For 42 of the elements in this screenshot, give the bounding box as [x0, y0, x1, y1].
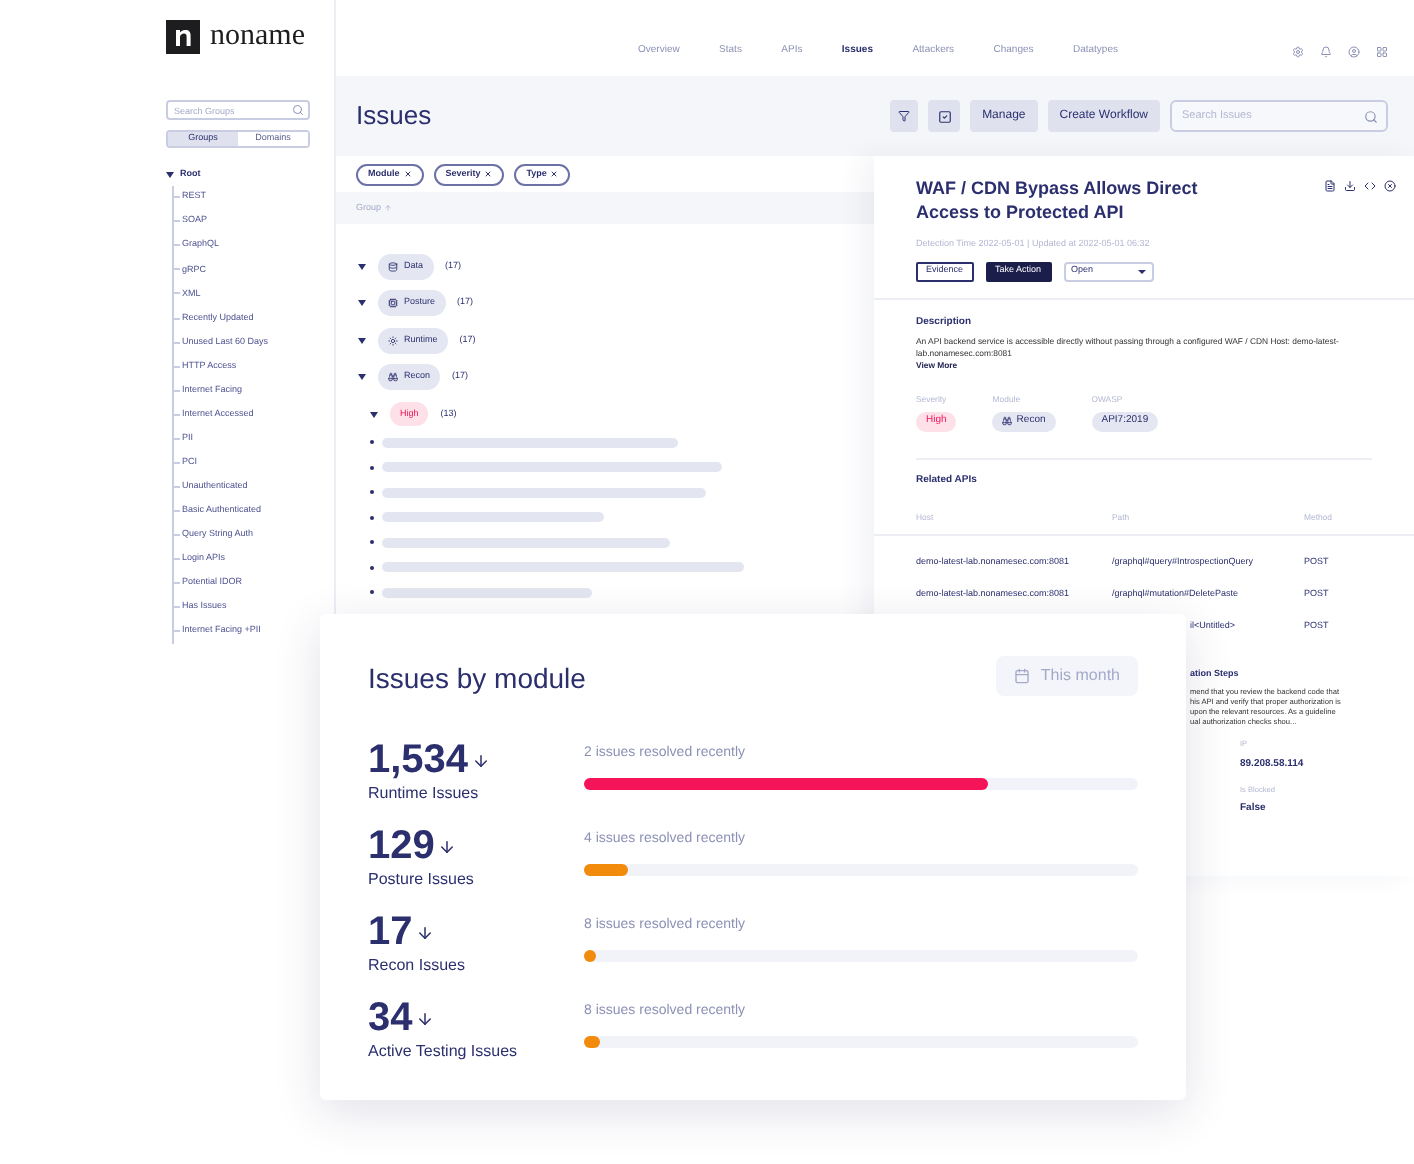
note-icon[interactable]: [1324, 180, 1336, 192]
chip-icon: [388, 298, 398, 309]
caret-icon[interactable]: [358, 374, 366, 381]
filter-icon: [898, 110, 911, 122]
menu-icon[interactable]: [1376, 46, 1388, 58]
caret-icon[interactable]: [358, 337, 366, 344]
download-icon[interactable]: [1344, 180, 1356, 192]
logo-icon: [166, 20, 200, 54]
caret-icon[interactable]: [370, 411, 378, 418]
checkbox-icon: [937, 109, 952, 123]
calendar-icon: [1014, 667, 1031, 683]
code-icon[interactable]: [1364, 180, 1376, 192]
module-label: Recon Issues: [368, 954, 467, 978]
module-label: Posture Issues: [368, 868, 476, 892]
arrow-down-icon: [416, 923, 435, 941]
module-label: Runtime Issues: [368, 782, 481, 806]
issue-total: 129: [368, 824, 435, 868]
caret-icon: [1137, 269, 1146, 274]
close-icon[interactable]: [1384, 180, 1396, 192]
module-label: Active Testing Issues: [368, 1040, 520, 1064]
caret-icon[interactable]: [166, 171, 174, 178]
select-button[interactable]: [928, 100, 961, 132]
caret-icon[interactable]: [358, 300, 366, 307]
arrow-down-icon: [472, 751, 491, 769]
arrow-down-icon: [438, 837, 457, 855]
sun-icon: [388, 335, 398, 346]
user-icon[interactable]: [1348, 46, 1360, 58]
settings-icon[interactable]: [1292, 46, 1304, 58]
binoculars-icon: [1002, 416, 1013, 427]
page-title: Issues: [356, 98, 432, 135]
arrow-down-icon: [416, 1009, 435, 1027]
binoculars-icon: [388, 372, 398, 383]
logo-text: noname: [210, 22, 305, 52]
issue-total: 17: [368, 910, 413, 954]
issue-title: WAF / CDN Bypass Allows Direct Access to Protected API: [916, 176, 1200, 224]
card-title: Issues by module: [368, 660, 586, 698]
filter-button[interactable]: [890, 100, 919, 132]
issue-total: 1,534: [368, 738, 469, 782]
caret-icon[interactable]: [358, 263, 366, 270]
issue-total: 34: [368, 996, 413, 1040]
database-icon: [388, 261, 398, 272]
bell-icon[interactable]: [1320, 46, 1332, 58]
